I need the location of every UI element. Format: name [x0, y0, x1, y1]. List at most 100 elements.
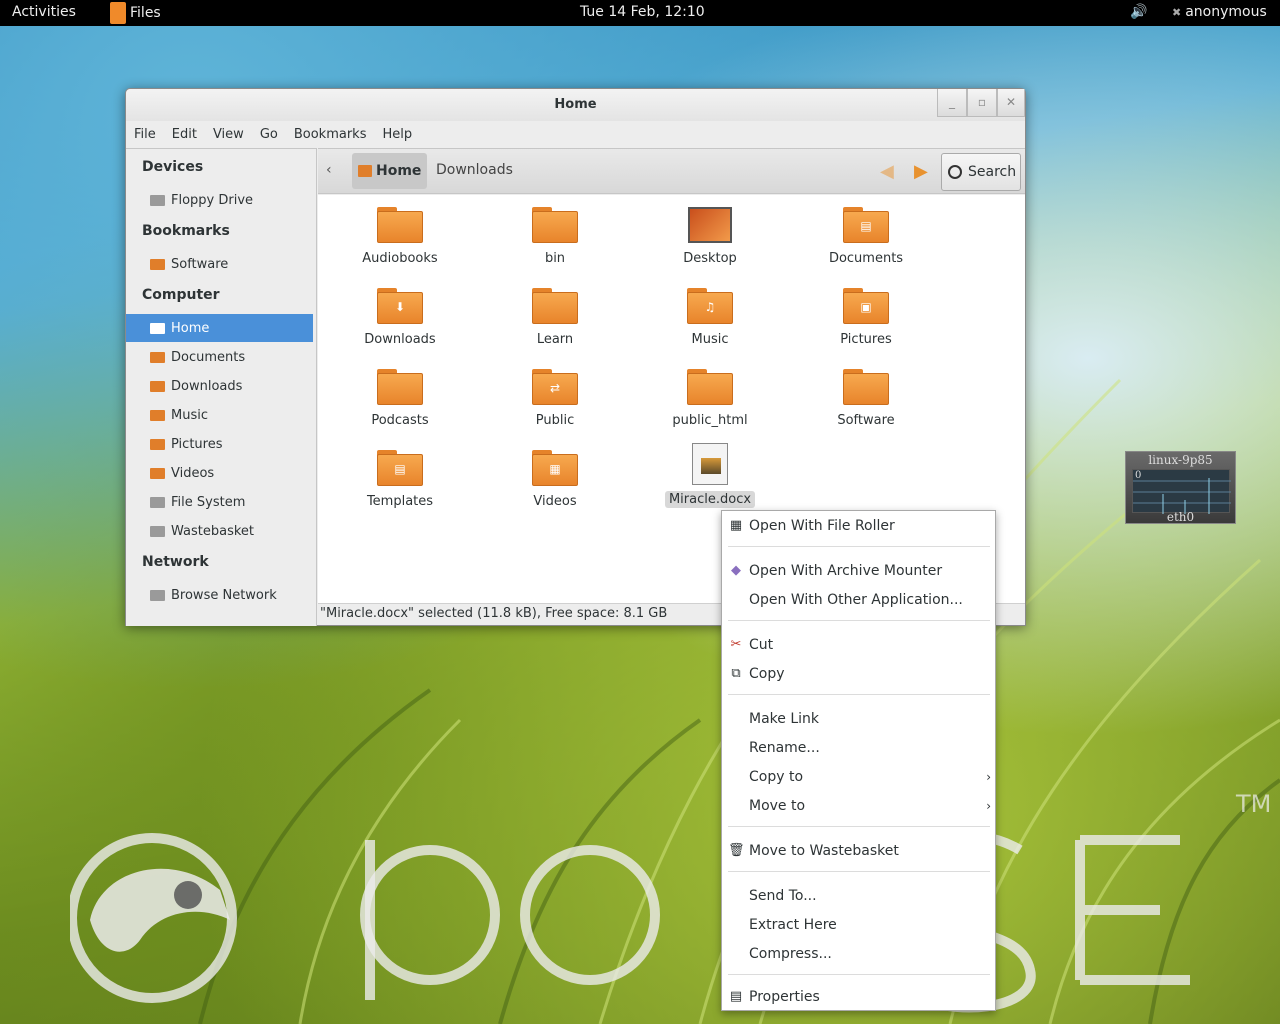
sidebar-item-floppy-drive[interactable]: Floppy Drive — [126, 186, 313, 214]
menu-item-cut[interactable]: ✂ Cut — [722, 631, 995, 659]
menu-separator — [728, 620, 990, 621]
menu-item-compress[interactable]: Compress... — [722, 940, 995, 968]
menu-edit[interactable]: Edit — [172, 127, 197, 142]
menu-file[interactable]: File — [134, 127, 156, 142]
menu-item-label: Rename... — [749, 740, 820, 756]
sidebar-item-music[interactable]: Music — [126, 401, 313, 429]
folder-icon — [150, 409, 165, 421]
minimize-button[interactable]: _ — [937, 89, 967, 117]
templates-folder-icon: ▤ — [377, 450, 423, 486]
folder-icon — [377, 369, 423, 405]
menu-separator — [728, 694, 990, 695]
menu-item-open-with-archive-mounter[interactable]: ◆ Open With Archive Mounter — [722, 557, 995, 585]
user-menu[interactable]: ✖ anonymous — [1172, 4, 1267, 20]
documents-folder-icon: ▤ — [843, 207, 889, 243]
path-back-button[interactable]: ‹ — [326, 162, 332, 178]
file-item-selected[interactable]: Miracle.docx — [645, 443, 775, 508]
close-button[interactable]: ✕ — [997, 89, 1025, 117]
menu-item-make-link[interactable]: Make Link — [722, 705, 995, 733]
sidebar-item-file-system[interactable]: File System — [126, 488, 313, 516]
file-item[interactable]: ⬇ Downloads — [335, 288, 465, 347]
menu-item-copy-to[interactable]: Copy to › — [722, 763, 995, 791]
arrow-left-icon[interactable]: ◀ — [880, 161, 894, 182]
sidebar-heading-computer: Computer — [142, 287, 220, 303]
menu-item-rename[interactable]: Rename... — [722, 734, 995, 762]
search-label: Search — [968, 164, 1017, 180]
sidebar-item-software[interactable]: Software — [126, 250, 313, 278]
sidebar-item-home[interactable]: Home — [126, 314, 313, 342]
sidebar-item-pictures[interactable]: Pictures — [126, 430, 313, 458]
maximize-button[interactable]: ▫ — [967, 89, 997, 117]
file-item[interactable]: Desktop — [645, 207, 775, 266]
menu-item-label: Move to — [749, 798, 806, 814]
sidebar-item-videos[interactable]: Videos — [126, 459, 313, 487]
menu-help[interactable]: Help — [382, 127, 412, 142]
document-icon — [692, 443, 728, 485]
pathbar: ‹ Home Downloads ◀ ▶ Search — [318, 148, 1025, 194]
file-item-label: bin — [544, 251, 566, 266]
network-monitor-widget[interactable]: linux-9p85 0 eth0 — [1125, 451, 1236, 524]
volume-icon[interactable]: 🔊 — [1130, 4, 1147, 20]
file-item[interactable]: Learn — [490, 288, 620, 347]
menu-item-label: Open With Archive Mounter — [749, 563, 943, 579]
file-item[interactable]: public_html — [645, 369, 775, 428]
breadcrumb-home[interactable]: Home — [352, 153, 428, 189]
file-item-label: Public — [535, 413, 575, 428]
file-item[interactable]: ▤ Templates — [335, 450, 465, 509]
search-button[interactable]: Search — [941, 153, 1021, 191]
file-item-label: public_html — [672, 413, 748, 428]
menu-item-open-with-other-application[interactable]: Open With Other Application... — [722, 586, 995, 614]
menu-item-send-to[interactable]: Send To... — [722, 882, 995, 910]
sidebar-item-documents[interactable]: Documents — [126, 343, 313, 371]
menu-view[interactable]: View — [213, 127, 244, 142]
menu-item-move-to-wastebasket[interactable]: 🗑 Move to Wastebasket — [722, 837, 995, 865]
file-item[interactable]: ▤ Documents — [801, 207, 931, 266]
graph-scale-label: 0 — [1135, 470, 1142, 481]
folder-icon — [532, 288, 578, 324]
sidebar-item-label: Pictures — [171, 436, 223, 452]
menu-item-open-with-file-roller[interactable]: ▦ Open With File Roller — [722, 512, 995, 540]
menu-item-properties[interactable]: ▤ Properties — [722, 983, 995, 1011]
file-item[interactable]: Software — [801, 369, 931, 428]
drive-icon — [150, 496, 165, 508]
file-item[interactable]: ♫ Music — [645, 288, 775, 347]
sidebar-item-downloads[interactable]: Downloads — [126, 372, 313, 400]
folder-icon — [150, 258, 165, 270]
menu-separator — [728, 974, 990, 975]
menu-go[interactable]: Go — [260, 127, 278, 142]
music-folder-icon: ♫ — [687, 288, 733, 324]
file-item-label: Templates — [366, 494, 434, 509]
sidebar-item-browse-network[interactable]: Browse Network — [126, 581, 313, 609]
file-item[interactable]: bin — [490, 207, 620, 266]
sidebar: Devices Floppy Drive Bookmarks Software … — [126, 148, 317, 626]
activities-button[interactable]: Activities — [12, 4, 76, 20]
pictures-folder-icon: ▣ — [843, 288, 889, 324]
sidebar-heading-devices: Devices — [142, 159, 204, 175]
file-item[interactable]: ▣ Pictures — [801, 288, 931, 347]
menu-bookmarks[interactable]: Bookmarks — [294, 127, 367, 142]
file-item[interactable]: Audiobooks — [335, 207, 465, 266]
menu-item-extract-here[interactable]: Extract Here — [722, 911, 995, 939]
app-menu-label: Files — [130, 5, 161, 21]
folder-icon — [532, 207, 578, 243]
menu-item-label: Extract Here — [749, 917, 837, 933]
menu-item-label: Send To... — [749, 888, 817, 904]
titlebar[interactable]: Home _ ▫ ✕ — [126, 89, 1025, 121]
app-menu[interactable]: Files — [110, 0, 161, 26]
network-graph — [1132, 469, 1231, 514]
breadcrumb-downloads[interactable]: Downloads — [436, 162, 513, 178]
file-item[interactable]: ⇄ Public — [490, 369, 620, 428]
search-icon — [948, 165, 962, 179]
file-item[interactable]: Podcasts — [335, 369, 465, 428]
folder-icon — [843, 369, 889, 405]
menu-item-move-to[interactable]: Move to › — [722, 792, 995, 820]
menu-item-copy[interactable]: ⧉ Copy — [722, 660, 995, 688]
menu-item-label: Compress... — [749, 946, 832, 962]
sidebar-item-wastebasket[interactable]: Wastebasket — [126, 517, 313, 545]
copy-icon: ⧉ — [731, 666, 741, 681]
arrow-right-icon[interactable]: ▶ — [914, 161, 928, 182]
file-item-label: Documents — [828, 251, 904, 266]
clock[interactable]: Tue 14 Feb, 12:10 — [580, 4, 705, 20]
file-item[interactable]: ▦ Videos — [490, 450, 620, 509]
file-item-label: Miracle.docx — [664, 491, 756, 508]
